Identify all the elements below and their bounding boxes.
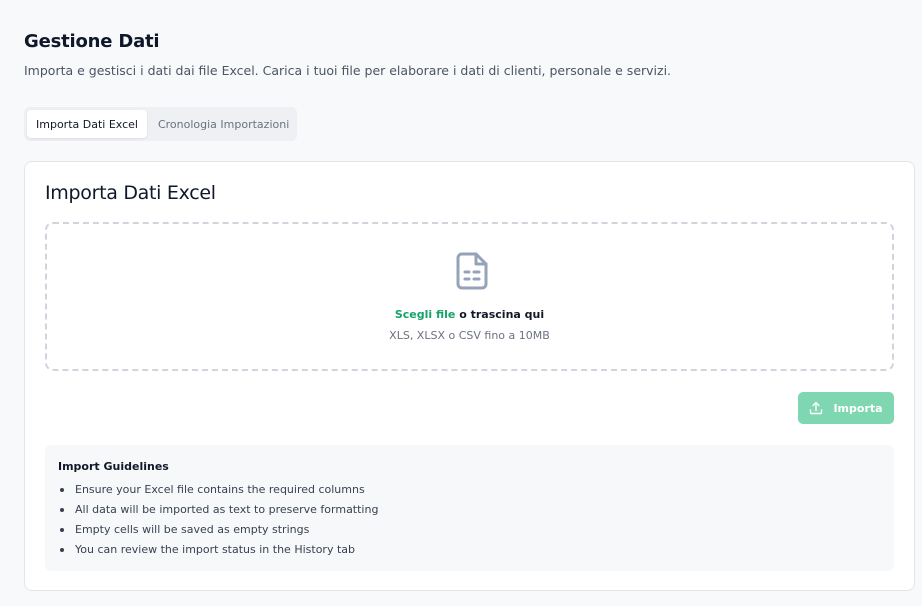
page-title: Gestione Dati [24,31,160,52]
tab-list: Importa Dati Excel Cronologia Importazio… [24,107,297,141]
guidelines-list: Ensure your Excel file contains the requ… [58,483,378,563]
tab-import-excel[interactable]: Importa Dati Excel [27,110,147,138]
dropzone-instruction: Scegli file o trascina qui [47,308,892,321]
guideline-text: Empty cells will be saved as empty strin… [75,523,310,536]
card-title: Importa Dati Excel [45,182,216,204]
guideline-item: Ensure your Excel file contains the requ… [58,483,378,503]
import-button-label: Importa [833,401,883,415]
page-subtitle: Importa e gestisci i dati dai file Excel… [24,63,672,78]
drag-here-text: o trascina qui [455,308,545,321]
guideline-text: You can review the import status in the … [75,543,355,556]
choose-file-link[interactable]: Scegli file [395,308,456,321]
tab-import-history[interactable]: Cronologia Importazioni [149,110,298,138]
guideline-text: Ensure your Excel file contains the requ… [75,483,365,496]
import-card: Importa Dati Excel Scegli file o trascin… [24,161,915,591]
bullet-icon [60,548,64,552]
bullet-icon [60,528,64,532]
upload-icon [810,401,823,415]
bullet-icon [60,508,64,512]
guideline-item: Empty cells will be saved as empty strin… [58,523,378,543]
import-guidelines: Import Guidelines Ensure your Excel file… [45,445,894,571]
file-type-hint: XLS, XLSX o CSV fino a 10MB [389,329,550,342]
guideline-text: All data will be imported as text to pre… [75,503,379,516]
guideline-item: All data will be imported as text to pre… [58,503,378,523]
import-button[interactable]: Importa [798,392,894,424]
bullet-icon [60,488,64,492]
file-dropzone[interactable]: Scegli file o trascina qui XLS, XLSX o C… [45,222,894,371]
file-spreadsheet-icon [456,252,488,290]
guidelines-title: Import Guidelines [58,460,169,473]
guideline-item: You can review the import status in the … [58,543,378,563]
